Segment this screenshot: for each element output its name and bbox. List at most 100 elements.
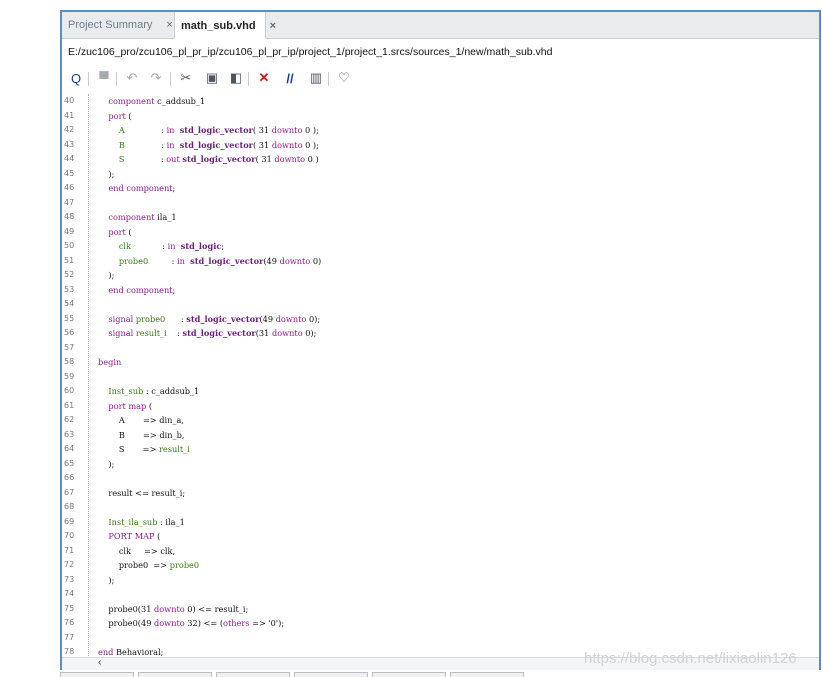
tab-label: math_sub.vhd bbox=[181, 19, 256, 32]
code-line[interactable]: 53 end component; bbox=[62, 283, 819, 298]
code-line[interactable]: 54 bbox=[62, 297, 819, 312]
code-line[interactable]: 73 ); bbox=[62, 573, 819, 588]
code-text: B => din_b, bbox=[98, 429, 185, 440]
line-number: 65 bbox=[64, 458, 75, 468]
code-text: probe0 => probe0 bbox=[98, 560, 200, 570]
delete-icon[interactable]: ✕ bbox=[256, 70, 272, 86]
bottom-tab[interactable] bbox=[294, 672, 368, 677]
code-text: S => result_i bbox=[98, 444, 190, 454]
line-number: 67 bbox=[64, 487, 75, 497]
code-text: signal probe0 : std_logic_vector(49 down… bbox=[108, 313, 321, 324]
comment-icon[interactable]: // bbox=[282, 70, 298, 86]
line-number: 77 bbox=[64, 632, 75, 642]
code-line[interactable]: 58 begin bbox=[62, 355, 819, 370]
code-line[interactable]: 76 probe0(49 downto 32) <= (others => '0… bbox=[62, 616, 819, 631]
scroll-left-icon[interactable]: ‹ bbox=[98, 657, 101, 668]
line-number: 41 bbox=[64, 110, 75, 120]
line-number: 75 bbox=[64, 603, 75, 613]
line-number: 54 bbox=[64, 299, 75, 308]
code-line[interactable]: 62 A => din_a, bbox=[62, 413, 819, 428]
code-text: end component; bbox=[108, 183, 176, 193]
toolbar-separator bbox=[328, 72, 329, 86]
code-line[interactable]: 66 bbox=[62, 471, 819, 486]
tab-bar: Project Summary × math_sub.vhd × bbox=[62, 12, 819, 39]
search-icon[interactable]: Q bbox=[68, 70, 84, 86]
code-line[interactable]: 68 bbox=[62, 500, 819, 515]
code-line[interactable]: 42 A : in std_logic_vector( 31 downto 0 … bbox=[62, 123, 819, 138]
line-number: 61 bbox=[64, 400, 75, 410]
code-line[interactable]: 41 port ( bbox=[62, 109, 819, 124]
code-line[interactable]: 46 end component; bbox=[62, 181, 819, 196]
code-line[interactable]: 59 bbox=[62, 370, 819, 385]
line-number: 49 bbox=[64, 226, 75, 236]
line-number: 74 bbox=[64, 589, 75, 598]
tab-math-sub[interactable]: math_sub.vhd × bbox=[174, 12, 276, 39]
code-line[interactable]: 48 component ila_1 bbox=[62, 210, 819, 225]
code-line[interactable]: 77 bbox=[62, 631, 819, 646]
line-number: 78 bbox=[64, 647, 75, 656]
line-number: 50 bbox=[64, 241, 75, 250]
code-line[interactable]: 61 port map ( bbox=[62, 399, 819, 414]
code-line[interactable]: 67 result <= result_i; bbox=[62, 486, 819, 501]
line-number: 52 bbox=[64, 270, 75, 279]
line-number: 64 bbox=[64, 444, 75, 453]
code-line[interactable]: 70 PORT MAP ( bbox=[62, 529, 819, 544]
code-line[interactable]: 50 clk : in std_logic; bbox=[62, 239, 819, 254]
close-icon[interactable]: × bbox=[270, 20, 276, 32]
file-path: E:/zuc106_pro/zcu106_pl_pr_ip/zcu106_pl_… bbox=[68, 46, 553, 58]
undo-icon[interactable]: ↶ bbox=[124, 70, 140, 86]
line-number: 42 bbox=[64, 125, 75, 134]
code-line[interactable]: 40 component c_addsub_1 bbox=[62, 94, 819, 109]
code-text: ); bbox=[98, 270, 115, 280]
code-line[interactable]: 43 B : in std_logic_vector( 31 downto 0 … bbox=[62, 138, 819, 153]
cut-icon[interactable]: ✂ bbox=[178, 70, 194, 86]
bottom-tab[interactable] bbox=[216, 672, 290, 677]
line-number: 69 bbox=[64, 516, 75, 526]
bottom-tab[interactable] bbox=[450, 672, 524, 677]
code-line[interactable]: 57 bbox=[62, 341, 819, 356]
code-line[interactable]: 49 port ( bbox=[62, 225, 819, 240]
code-line[interactable]: 75 probe0(31 downto 0) <= result_i; bbox=[62, 602, 819, 617]
line-number: 73 bbox=[64, 574, 75, 584]
code-line[interactable]: 63 B => din_b, bbox=[62, 428, 819, 443]
line-number: 56 bbox=[64, 328, 75, 337]
code-line[interactable]: 60 Inst_sub : c_addsub_1 bbox=[62, 384, 819, 399]
save-icon[interactable]: ▀ bbox=[96, 70, 112, 86]
code-line[interactable]: 69 Inst_ila_sub : ila_1 bbox=[62, 515, 819, 530]
code-line[interactable]: 51 probe0 : in std_logic_vector(49 downt… bbox=[62, 254, 819, 269]
code-line[interactable]: 45 ); bbox=[62, 167, 819, 182]
code-text: ); bbox=[98, 458, 115, 469]
paste-icon[interactable]: ◧ bbox=[228, 70, 244, 86]
redo-icon[interactable]: ↷ bbox=[148, 70, 164, 86]
code-line[interactable]: 64 S => result_i bbox=[62, 442, 819, 457]
code-line[interactable]: 65 ); bbox=[62, 457, 819, 472]
code-line[interactable]: 44 S : out std_logic_vector( 31 downto 0… bbox=[62, 152, 819, 167]
line-number: 40 bbox=[64, 96, 75, 105]
line-number: 71 bbox=[64, 545, 75, 555]
code-line[interactable]: 55 signal probe0 : std_logic_vector(49 d… bbox=[62, 312, 819, 327]
code-text: port map ( bbox=[108, 400, 153, 411]
code-line[interactable]: 74 bbox=[62, 587, 819, 602]
code-line[interactable]: 72 probe0 => probe0 bbox=[62, 558, 819, 573]
code-editor[interactable]: 40 component c_addsub_1 41 port (42 A : i… bbox=[62, 94, 819, 656]
code-line[interactable]: 71 clk => clk, bbox=[62, 544, 819, 559]
toolbar-separator bbox=[88, 72, 89, 86]
code-text: end Behavioral; bbox=[98, 647, 164, 656]
bottom-tab[interactable] bbox=[138, 672, 212, 677]
lightbulb-icon[interactable]: ♡ bbox=[336, 70, 352, 86]
bottom-tab[interactable] bbox=[372, 672, 446, 677]
code-line[interactable]: 47 bbox=[62, 196, 819, 211]
code-line[interactable]: 56 signal result_i : std_logic_vector(31… bbox=[62, 326, 819, 341]
line-number: 51 bbox=[64, 255, 75, 265]
code-text: port ( bbox=[108, 110, 132, 121]
line-number: 47 bbox=[64, 197, 75, 207]
tab-project-summary[interactable]: Project Summary × bbox=[62, 12, 174, 38]
code-text: begin bbox=[98, 357, 122, 367]
code-line[interactable]: 52 ); bbox=[62, 268, 819, 283]
copy-icon[interactable]: ▣ bbox=[204, 70, 220, 86]
line-number: 62 bbox=[64, 415, 75, 424]
line-number: 46 bbox=[64, 183, 75, 192]
block-icon[interactable]: ▥ bbox=[308, 70, 324, 86]
bottom-tab[interactable] bbox=[60, 672, 134, 677]
close-icon[interactable]: × bbox=[166, 19, 172, 31]
